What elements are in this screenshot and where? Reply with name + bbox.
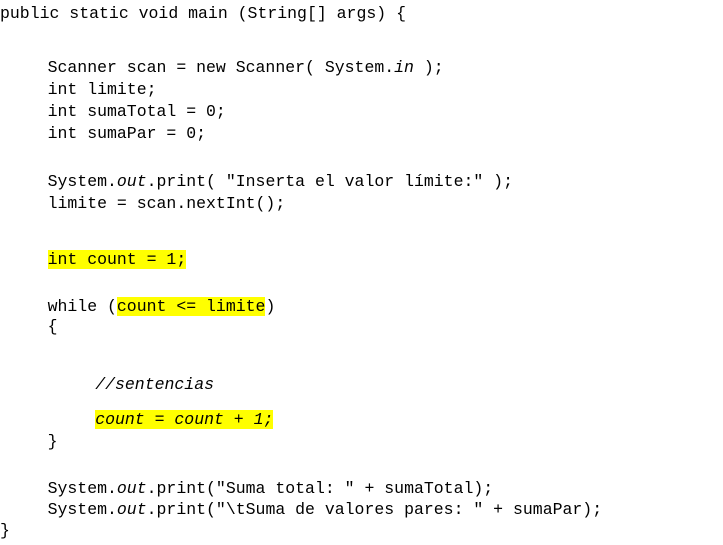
code-token: ); bbox=[413, 58, 444, 77]
code-token: System. bbox=[47, 500, 117, 519]
code-line: count = count + 1; bbox=[95, 410, 274, 430]
code-token: int sumaPar = 0; bbox=[47, 124, 207, 143]
code-token: .print("\tSuma de valores pares: " + sum… bbox=[146, 500, 603, 519]
code-token: out bbox=[116, 172, 147, 191]
code-token: .print( "Inserta el valor límite:" ); bbox=[146, 172, 513, 191]
code-token: } bbox=[0, 521, 10, 540]
code-token: int limite; bbox=[47, 80, 157, 99]
code-line: System.out.print("\tSuma de valores pare… bbox=[48, 500, 603, 520]
code-line: int count = 1; bbox=[47, 250, 187, 270]
code-line: { bbox=[48, 317, 58, 337]
code-line: //sentencias bbox=[95, 375, 214, 395]
code-token: System. bbox=[47, 479, 117, 498]
highlighted-code-token: count <= limite bbox=[116, 297, 266, 316]
code-token: System. bbox=[47, 172, 117, 191]
highlighted-code-token: int count = 1; bbox=[47, 250, 187, 269]
code-token: int sumaTotal = 0; bbox=[47, 102, 226, 121]
code-line: while (count <= limite) bbox=[47, 297, 276, 317]
code-token: out bbox=[116, 479, 147, 498]
code-line: public static void main (String[] args) … bbox=[0, 4, 406, 24]
code-token: out bbox=[116, 500, 147, 519]
code-token: in bbox=[394, 58, 414, 77]
code-line: } bbox=[48, 432, 58, 452]
code-token: ) bbox=[265, 297, 276, 316]
code-line: int sumaPar = 0; bbox=[48, 124, 206, 144]
code-token: while ( bbox=[47, 297, 117, 316]
code-token: Scanner scan = new Scanner( System. bbox=[47, 58, 395, 77]
code-token: public static void main (String[] args) … bbox=[0, 4, 406, 23]
code-token: } bbox=[47, 432, 58, 451]
code-block: public static void main (String[] args) … bbox=[0, 0, 723, 545]
code-token: //sentencias bbox=[95, 375, 215, 394]
code-line: Scanner scan = new Scanner( System.in ); bbox=[48, 58, 444, 78]
code-line: } bbox=[0, 521, 10, 541]
highlighted-code-token: count = count + 1; bbox=[95, 410, 274, 429]
code-line: System.out.print("Suma total: " + sumaTo… bbox=[48, 479, 494, 499]
code-line: int sumaTotal = 0; bbox=[48, 102, 226, 122]
code-line: System.out.print( "Inserta el valor lími… bbox=[48, 172, 513, 192]
code-token: .print("Suma total: " + sumaTotal); bbox=[146, 479, 494, 498]
code-token: { bbox=[47, 317, 58, 336]
code-line: int limite; bbox=[48, 80, 157, 100]
code-token: limite = scan.nextInt(); bbox=[47, 194, 286, 213]
code-line: limite = scan.nextInt(); bbox=[48, 194, 286, 214]
